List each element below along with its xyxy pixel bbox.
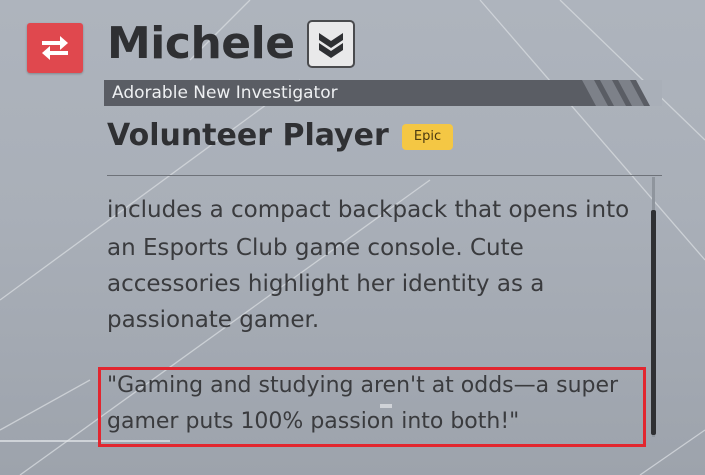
- description-line: passionate gamer.: [107, 307, 320, 333]
- description-line: an Esports Club game console. Cute: [107, 235, 524, 261]
- description-line: includes a compact backpack that opens i…: [107, 197, 630, 223]
- rank-badge: [307, 20, 355, 68]
- character-subtitle: Adorable New Investigator: [112, 83, 338, 103]
- swap-arrows-icon: [42, 36, 68, 60]
- stripes-decoration: [582, 80, 662, 106]
- role-title: Volunteer Player: [107, 118, 389, 153]
- divider: [107, 175, 662, 176]
- description-line: accessories highlight her identity as a: [107, 271, 545, 297]
- subtitle-bar: Adorable New Investigator: [104, 80, 662, 106]
- rarity-badge: Epic: [402, 124, 453, 150]
- double-chevron-rank-icon: [319, 33, 343, 58]
- character-name: Michele: [107, 18, 295, 69]
- swap-character-button[interactable]: [27, 23, 83, 73]
- quote-line: gamer puts 100% passion into both!": [107, 409, 520, 434]
- scrollbar-thumb[interactable]: [651, 210, 656, 435]
- quote-line: "Gaming and studying aren't at odds—a su…: [107, 373, 619, 398]
